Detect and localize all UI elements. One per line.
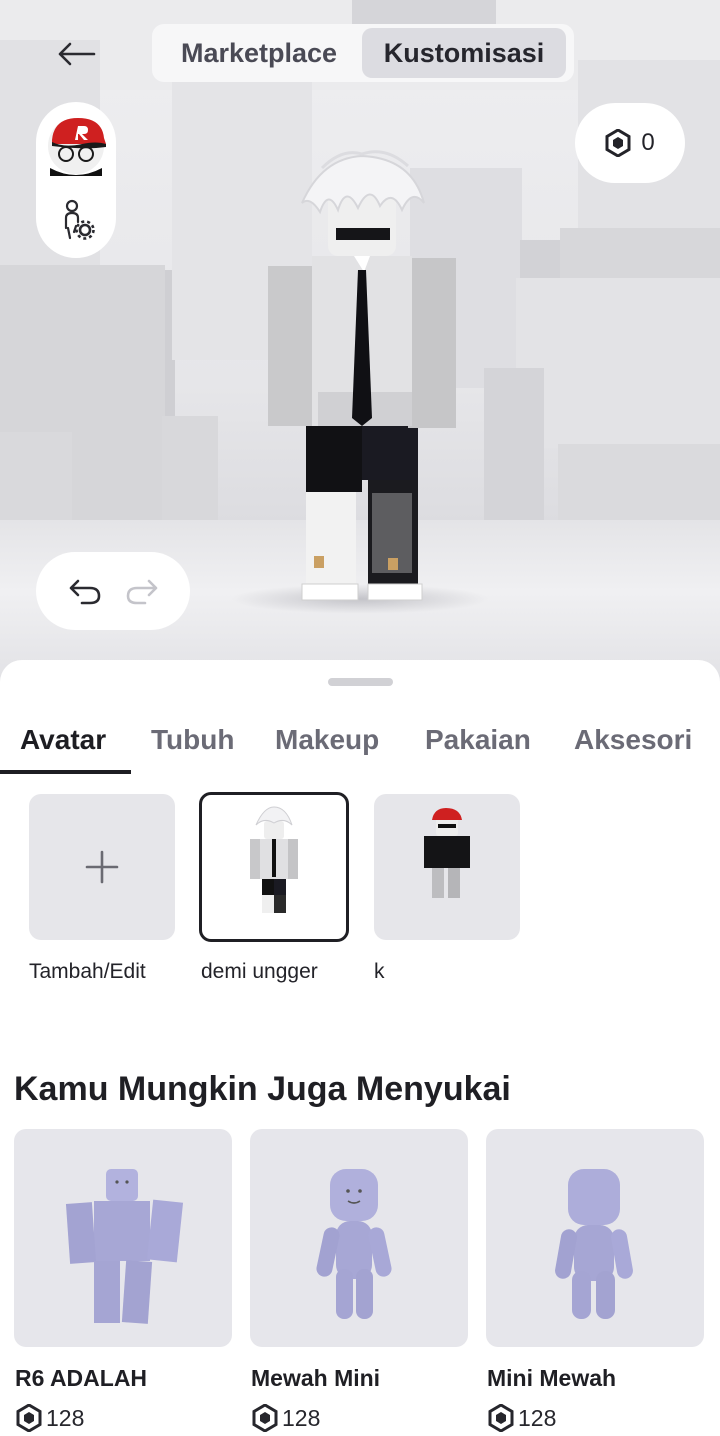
redo-button[interactable]	[121, 570, 163, 612]
card-price: 128	[488, 1404, 556, 1432]
arrow-left-icon	[58, 42, 96, 66]
history-controls	[36, 552, 190, 630]
robux-icon	[605, 129, 631, 157]
mode-switcher: Marketplace Kustomisasi	[152, 24, 574, 82]
side-controls	[36, 102, 116, 258]
tab-aksesori[interactable]: Aksesori	[574, 724, 692, 756]
outfit-thumbnail	[424, 808, 470, 898]
scene-block	[520, 240, 562, 280]
scene-block	[516, 278, 720, 448]
robux-icon	[16, 1404, 42, 1432]
robux-balance[interactable]: 0	[575, 103, 685, 183]
tab-kustomisasi[interactable]: Kustomisasi	[362, 28, 566, 78]
tab-avatar[interactable]: Avatar	[20, 724, 106, 756]
outfit-label: Tambah/Edit	[29, 960, 146, 983]
outfit-demi-ungger[interactable]	[199, 792, 349, 942]
sheet-grabber[interactable]	[328, 678, 393, 686]
outfit-list: Tambah/Edit demi ungger k	[0, 792, 720, 994]
recommendation-card[interactable]	[486, 1129, 704, 1347]
avatar-character[interactable]	[262, 148, 462, 608]
card-price: 128	[252, 1404, 320, 1432]
outfit-thumbnail	[250, 806, 298, 913]
robux-icon	[488, 1404, 514, 1432]
avatar-headshot[interactable]	[44, 110, 108, 176]
card-name: Mini Mewah	[487, 1365, 617, 1391]
redo-icon	[126, 579, 157, 605]
price-value: 128	[46, 1404, 85, 1431]
recommendations-title: Kamu Mungkin Juga Menyukai	[14, 1070, 511, 1108]
r6-mannequin-thumbnail	[65, 1169, 184, 1324]
plus-icon	[85, 850, 119, 884]
customize-sheet: Avatar Tubuh Makeup Pakaian Aksesori Tam…	[0, 660, 720, 1436]
undo-button[interactable]	[64, 570, 106, 612]
card-name: R6 ADALAH	[15, 1365, 148, 1391]
tab-tubuh[interactable]: Tubuh	[151, 724, 234, 756]
robux-icon	[252, 1404, 278, 1432]
active-tab-indicator	[0, 770, 131, 774]
avatar-preview-scene[interactable]: Marketplace Kustomisasi 0	[0, 0, 720, 700]
scene-block	[162, 416, 218, 528]
scene-block	[484, 368, 544, 530]
robux-amount: 0	[641, 129, 655, 156]
outfit-label: demi ungger	[201, 960, 318, 983]
tab-makeup[interactable]: Makeup	[275, 724, 379, 756]
outfit-k[interactable]	[374, 794, 520, 940]
price-value: 128	[282, 1404, 321, 1431]
mini-mannequin-thumbnail	[316, 1169, 392, 1319]
tab-marketplace[interactable]: Marketplace	[156, 28, 362, 78]
body-settings-icon[interactable]	[56, 198, 96, 242]
recommendation-card[interactable]	[250, 1129, 468, 1347]
card-name: Mewah Mini	[251, 1365, 381, 1391]
scene-block	[560, 228, 720, 278]
outfit-label: k	[374, 960, 385, 983]
add-edit-outfit-button[interactable]	[29, 794, 175, 940]
category-tabs: Avatar Tubuh Makeup Pakaian Aksesori	[0, 716, 720, 776]
card-price: 128	[16, 1404, 84, 1432]
back-button[interactable]	[48, 32, 104, 76]
scene-block	[352, 0, 496, 24]
tab-pakaian[interactable]: Pakaian	[425, 724, 531, 756]
mini-mannequin-back-thumbnail	[555, 1169, 633, 1319]
recommendation-card[interactable]	[14, 1129, 232, 1347]
price-value: 128	[518, 1404, 557, 1431]
undo-icon	[69, 579, 100, 605]
